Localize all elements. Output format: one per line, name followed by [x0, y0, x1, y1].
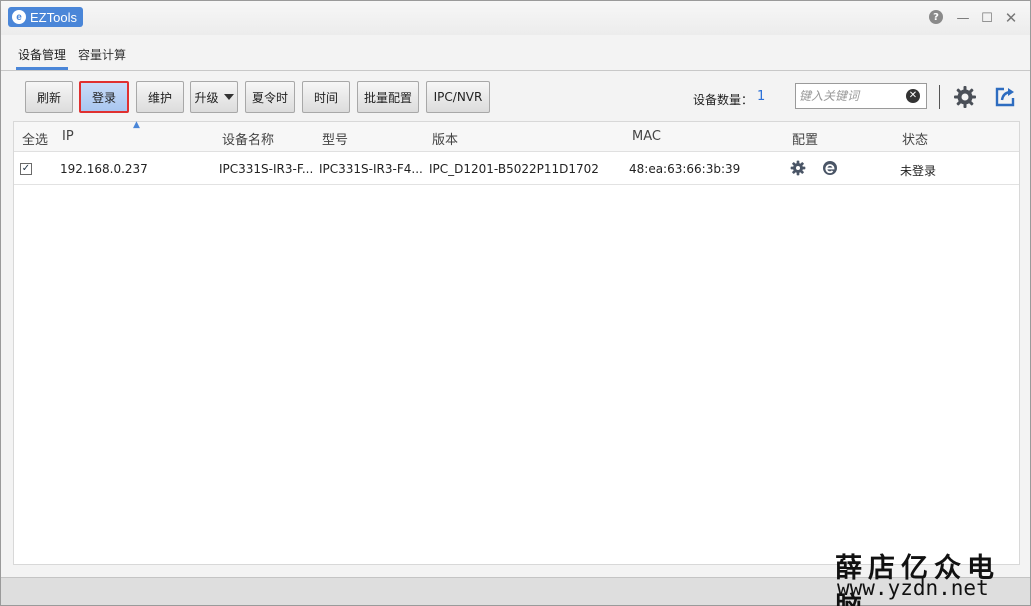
row-mac: 48:ea:63:66:3b:39: [629, 162, 741, 176]
device-config-gear-icon[interactable]: [790, 160, 806, 176]
app-logo-icon: e: [12, 10, 26, 24]
device-table: 全选 IP ▲ 设备名称 型号 版本 MAC 配置 状态 ✓ 192.168.0…: [13, 120, 1020, 565]
chevron-down-icon: [223, 94, 234, 100]
toolbar-divider: [939, 85, 940, 109]
sort-ascending-icon: ▲: [133, 120, 140, 130]
app-window: e EZTools ? — ☐ ✕ 设备管理 容量计算 刷新 登录 维护 升级 …: [0, 0, 1031, 606]
search-input[interactable]: [799, 87, 903, 105]
maximize-icon[interactable]: ☐: [979, 10, 995, 26]
model-header[interactable]: 型号: [322, 129, 348, 148]
time-button[interactable]: 时间: [302, 81, 350, 113]
upgrade-dropdown-button[interactable]: 升级: [190, 81, 238, 113]
tab-device-management[interactable]: 设备管理: [16, 47, 69, 70]
upgrade-label: 升级: [194, 90, 219, 105]
row-status: 未登录: [900, 164, 937, 178]
table-row[interactable]: ✓ 192.168.0.237 IPC331S-IR3-F... IPC331S…: [14, 153, 1019, 185]
ip-header[interactable]: IP: [62, 129, 74, 144]
ie-browser-icon[interactable]: [822, 160, 838, 176]
toolbar: 刷新 登录 维护 升级 夏令时 时间 批量配置 IPC/NVR 设备数量： 1 …: [1, 71, 1030, 121]
maintain-button[interactable]: 维护: [136, 81, 184, 113]
clear-search-icon[interactable]: ✕: [906, 89, 920, 103]
tab-bar: 设备管理 容量计算: [1, 39, 1030, 71]
status-header[interactable]: 状态: [902, 129, 928, 148]
close-icon[interactable]: ✕: [1003, 9, 1019, 27]
version-header[interactable]: 版本: [432, 129, 458, 148]
minimize-icon[interactable]: —: [955, 10, 971, 26]
help-icon[interactable]: ?: [929, 10, 943, 24]
row-model: IPC331S-IR3-F4...: [319, 162, 423, 176]
device-count-label: 设备数量：: [693, 93, 754, 107]
batch-config-button[interactable]: 批量配置: [357, 81, 419, 113]
ipc-nvr-button[interactable]: IPC/NVR: [426, 81, 490, 113]
row-checkbox[interactable]: ✓: [20, 163, 32, 175]
search-box: ✕: [795, 83, 927, 109]
select-all-header[interactable]: 全选: [22, 129, 48, 148]
app-title: EZTools: [30, 9, 77, 25]
device-name-header[interactable]: 设备名称: [222, 129, 274, 148]
table-header: 全选 IP ▲ 设备名称 型号 版本 MAC 配置 状态: [14, 120, 1019, 152]
daylight-saving-button[interactable]: 夏令时: [245, 81, 295, 113]
row-device-name: IPC331S-IR3-F...: [219, 162, 314, 176]
config-header: 配置: [792, 133, 819, 148]
tab-capacity-calculation[interactable]: 容量计算: [76, 47, 128, 67]
app-title-badge: e EZTools: [8, 7, 83, 27]
settings-gear-icon[interactable]: [953, 85, 977, 109]
watermark-url: www.yzdn.net: [837, 576, 989, 600]
title-bar: e EZTools ? — ☐ ✕: [1, 1, 1030, 35]
export-share-icon[interactable]: [993, 85, 1017, 109]
login-button[interactable]: 登录: [79, 81, 129, 113]
mac-header[interactable]: MAC: [632, 129, 661, 144]
refresh-button[interactable]: 刷新: [25, 81, 73, 113]
row-version: IPC_D1201-B5022P11D1702: [429, 162, 599, 176]
device-count-value: 1: [757, 89, 766, 104]
row-ip: 192.168.0.237: [60, 162, 148, 176]
